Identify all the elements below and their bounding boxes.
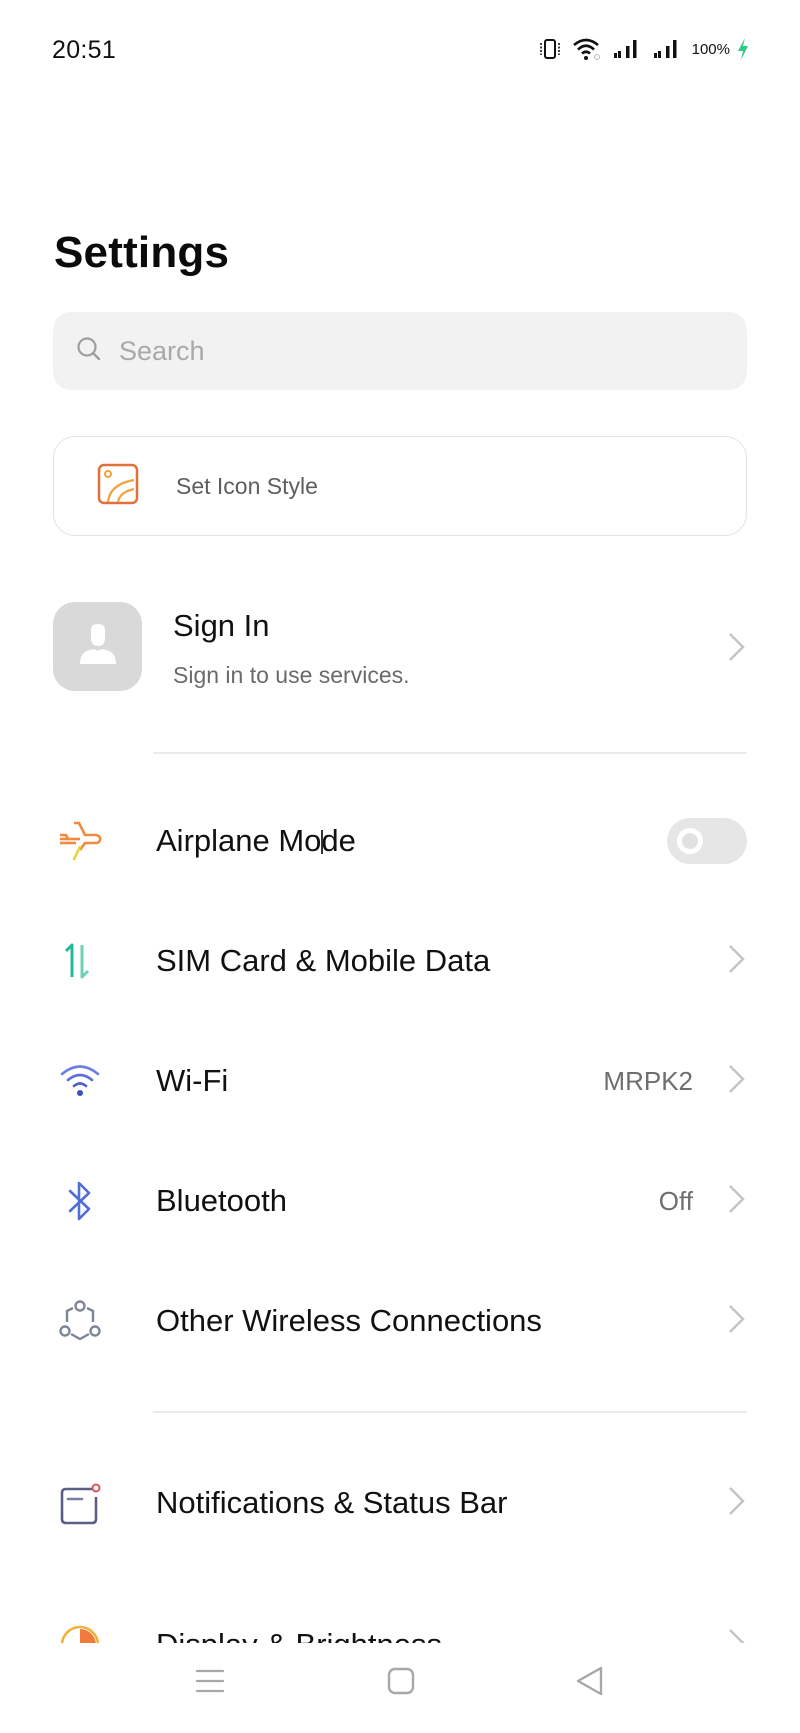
divider <box>153 1411 747 1413</box>
row-notifications-status-bar[interactable]: Notifications & Status Bar <box>53 1468 747 1538</box>
row-wifi[interactable]: Wi-Fi MRPK2 <box>53 1046 747 1116</box>
status-bar: 20:51 100% <box>0 0 800 100</box>
toggle-knob <box>677 828 703 854</box>
row-label: SIM Card & Mobile Data <box>156 943 491 978</box>
set-icon-style-card[interactable]: Set Icon Style <box>53 436 747 536</box>
airplane-mode-toggle[interactable] <box>667 818 747 864</box>
connections-icon <box>49 1290 111 1352</box>
chevron-right-icon <box>727 1304 747 1339</box>
avatar-placeholder-icon <box>76 622 120 671</box>
chevron-right-icon <box>727 944 747 979</box>
row-label: Notifications & Status Bar <box>156 1485 508 1520</box>
signal-sim2-icon <box>652 38 682 60</box>
home-button[interactable] <box>385 1665 417 1702</box>
brightness-icon <box>49 1614 111 1643</box>
sign-in-title: Sign In <box>173 608 270 643</box>
airplane-icon <box>49 810 111 872</box>
chevron-right-icon <box>727 1064 747 1099</box>
chevron-right-icon <box>727 1486 747 1521</box>
row-sim-card-mobile-data[interactable]: SIM Card & Mobile Data <box>53 926 747 996</box>
back-icon <box>574 1666 606 1701</box>
row-airplane-mode[interactable]: Airplane Mode <box>53 806 747 876</box>
status-icons: 100% <box>538 36 750 62</box>
row-label: Display & Brightness <box>156 1627 442 1643</box>
divider <box>153 752 747 754</box>
list-clip: Display & Brightness <box>0 1560 800 1643</box>
row-label: Wi-Fi <box>156 1063 229 1098</box>
set-icon-style-label: Set Icon Style <box>176 472 318 499</box>
search-icon <box>75 335 119 368</box>
row-label: Bluetooth <box>156 1183 287 1218</box>
status-time: 20:51 <box>52 36 117 64</box>
row-label: Other Wireless Connections <box>156 1303 542 1338</box>
mobile-data-icon <box>49 930 111 992</box>
page-title: Settings <box>54 228 230 277</box>
chevron-right-icon <box>727 1628 747 1643</box>
row-display-brightness[interactable]: Display & Brightness <box>53 1610 747 1643</box>
sign-in-row[interactable]: Sign In Sign in to use services. <box>53 602 747 692</box>
signal-sim1-icon <box>612 38 642 60</box>
back-button[interactable] <box>574 1665 606 1702</box>
home-icon <box>385 1667 417 1701</box>
chevron-right-icon <box>727 1184 747 1219</box>
bluetooth-icon <box>49 1170 111 1232</box>
search-input[interactable]: Search <box>53 312 747 390</box>
battery-charging-icon <box>736 37 750 61</box>
avatar <box>53 602 142 691</box>
icon-style-icon <box>96 462 140 511</box>
text-cursor <box>321 830 323 854</box>
bluetooth-status: Off <box>658 1185 693 1216</box>
notification-icon <box>49 1472 111 1534</box>
chevron-right-icon <box>727 632 747 667</box>
menu-button[interactable] <box>194 1665 226 1702</box>
navigation-bar <box>0 1643 800 1733</box>
row-other-wireless-connections[interactable]: Other Wireless Connections <box>53 1286 747 1356</box>
wifi-network-name: MRPK2 <box>603 1065 693 1096</box>
row-bluetooth[interactable]: Bluetooth Off <box>53 1166 747 1236</box>
wifi-icon <box>49 1050 111 1112</box>
row-label: Airplane Mode <box>156 823 356 858</box>
vibrate-icon <box>538 38 562 60</box>
search-placeholder: Search <box>119 335 205 366</box>
battery-percent: 100% <box>691 40 730 58</box>
wifi-icon <box>572 37 602 61</box>
menu-icon <box>194 1669 226 1701</box>
sign-in-subtitle: Sign in to use services. <box>173 662 410 688</box>
